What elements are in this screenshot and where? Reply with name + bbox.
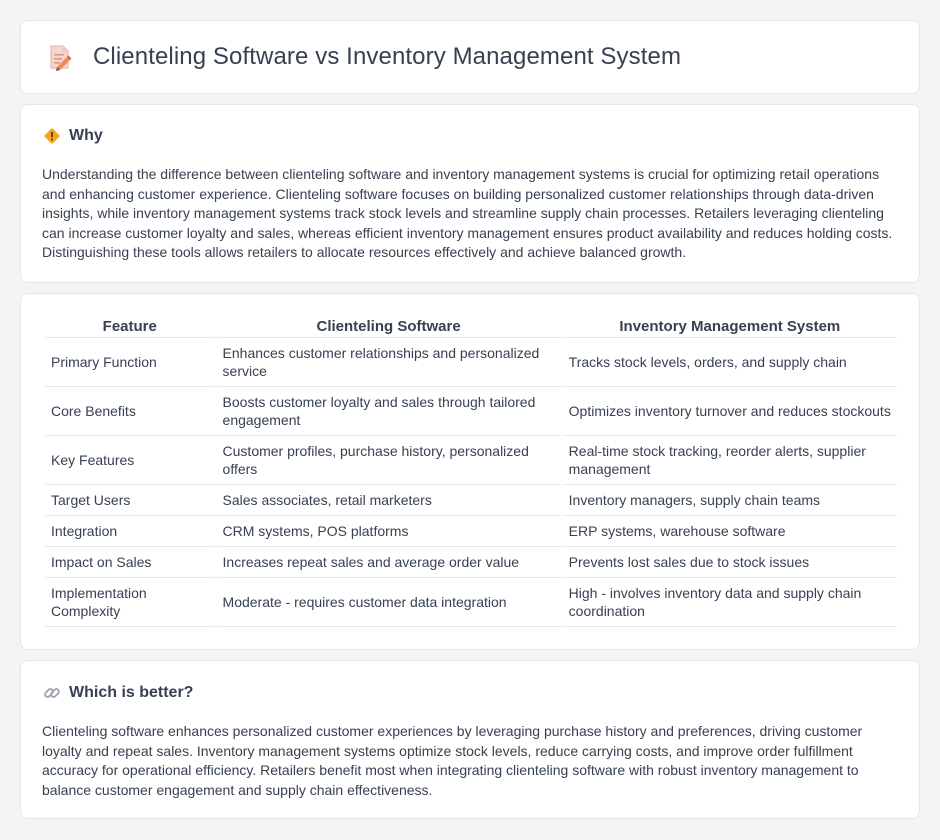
title-row: Clienteling Software vs Inventory Manage… xyxy=(45,43,681,71)
table-row: Core Benefits Boosts customer loyalty an… xyxy=(45,387,897,436)
document-pencil-icon xyxy=(50,45,72,71)
row-inventory: ERP systems, warehouse software xyxy=(562,516,897,547)
row-clienteling: CRM systems, POS platforms xyxy=(216,516,561,547)
header-clienteling: Clienteling Software xyxy=(216,316,561,338)
table-row: Integration CRM systems, POS platforms E… xyxy=(45,516,897,547)
table-header-row: Feature Clienteling Software Inventory M… xyxy=(45,316,897,338)
row-inventory: High - involves inventory data and suppl… xyxy=(562,578,897,627)
which-better-card: Which is better? Clienteling software en… xyxy=(20,660,920,819)
table-row: Implementation Complexity Moderate - req… xyxy=(45,578,897,627)
row-clienteling: Increases repeat sales and average order… xyxy=(216,547,561,578)
why-title: Why xyxy=(69,127,103,144)
header-inventory: Inventory Management System xyxy=(562,316,897,338)
better-title: Which is better? xyxy=(69,684,194,701)
why-card: Why Understanding the difference between… xyxy=(20,104,920,283)
row-inventory: Inventory managers, supply chain teams xyxy=(562,485,897,516)
row-inventory: Tracks stock levels, orders, and supply … xyxy=(562,338,897,387)
row-clienteling: Enhances customer relationships and pers… xyxy=(216,338,561,387)
row-feature: Target Users xyxy=(45,485,215,516)
table-row: Impact on Sales Increases repeat sales a… xyxy=(45,547,897,578)
header-feature: Feature xyxy=(45,316,215,338)
row-clienteling: Boosts customer loyalty and sales throug… xyxy=(216,387,561,436)
row-clienteling: Moderate - requires customer data integr… xyxy=(216,578,561,627)
page-title: Clienteling Software vs Inventory Manage… xyxy=(93,43,682,70)
diamond-warning-icon xyxy=(44,128,60,144)
better-heading: Which is better? xyxy=(43,684,193,702)
row-inventory: Prevents lost sales due to stock issues xyxy=(562,547,897,578)
row-feature: Integration xyxy=(45,516,215,547)
row-inventory: Optimizes inventory turnover and reduces… xyxy=(562,387,897,436)
row-inventory: Real-time stock tracking, reorder alerts… xyxy=(562,436,897,485)
row-feature: Core Benefits xyxy=(45,387,215,436)
table-row: Target Users Sales associates, retail ma… xyxy=(45,485,897,516)
row-clienteling: Customer profiles, purchase history, per… xyxy=(216,436,561,485)
row-feature: Key Features xyxy=(45,436,215,485)
why-heading: Why xyxy=(43,127,103,145)
row-feature: Primary Function xyxy=(45,338,215,387)
comparison-table: Feature Clienteling Software Inventory M… xyxy=(43,316,899,627)
row-feature: Implementation Complexity xyxy=(45,578,215,627)
better-text: Clienteling software enhances personaliz… xyxy=(42,723,863,798)
row-feature: Impact on Sales xyxy=(45,547,215,578)
why-text: Understanding the difference between cli… xyxy=(42,166,893,261)
comparison-card: Feature Clienteling Software Inventory M… xyxy=(20,293,920,650)
row-clienteling: Sales associates, retail marketers xyxy=(216,485,561,516)
link-icon xyxy=(44,688,60,698)
table-row: Key Features Customer profiles, purchase… xyxy=(45,436,897,485)
table-row: Primary Function Enhances customer relat… xyxy=(45,338,897,387)
header-card: Clienteling Software vs Inventory Manage… xyxy=(20,20,920,94)
